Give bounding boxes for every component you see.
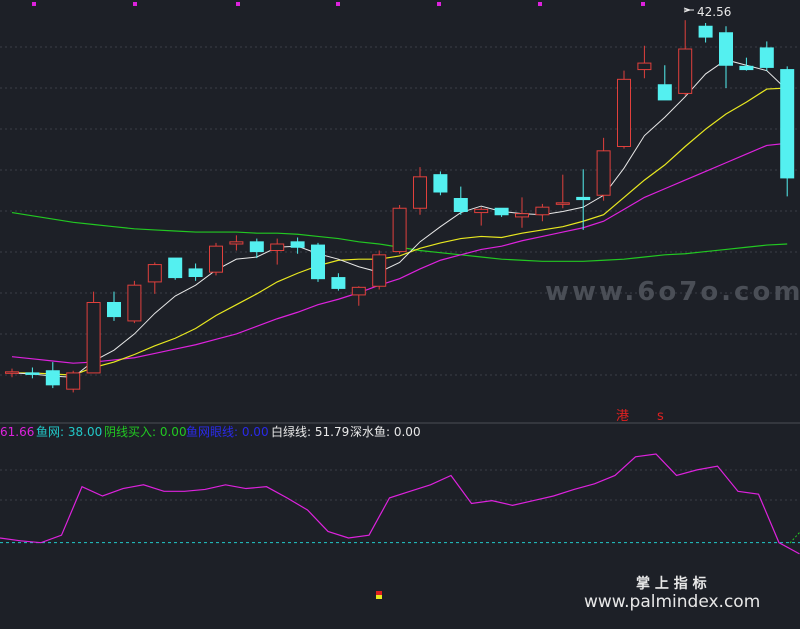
legend-yuwang: 鱼网: 38.00 [36,425,102,439]
candle [780,66,795,197]
annotation-s: s [657,409,664,424]
candle-body [413,176,427,209]
candle-body [453,198,468,212]
brand-url: www.palmindex.com [584,592,760,612]
candle-body [209,245,223,273]
candle-body [678,48,693,94]
candle-body [147,264,162,283]
candle-body [392,207,407,253]
candle-body [290,241,305,248]
candle-body [249,241,264,253]
candle-body [617,78,631,147]
candle-body [698,25,713,38]
candle-body [433,174,448,193]
candle [86,291,101,374]
stock-chart-svg: www.6o7o.com 42.56 港 s 61.66 鱼网: 38.00 阴… [0,0,800,625]
candle [392,205,407,254]
candle-body [780,69,795,179]
candle [433,171,448,196]
legend-yuwang-yanxian: 鱼网眼线: 0.00 [186,425,269,439]
candle-body [657,84,672,101]
high-price-label: 42.56 [697,5,731,19]
legend-shenshuiyu: 深水鱼: 0.00 [350,425,421,439]
candle-body [66,372,81,390]
candle-body [25,372,40,375]
candle-body [188,268,203,277]
signal-marker [376,591,382,599]
candle [311,242,325,282]
candle [209,242,223,276]
legend-yinxian-mairu: 阴线买入: 0.00 [104,425,187,439]
candle-body [107,302,121,318]
candle-body [494,207,509,216]
indicator-legend: 61.66 鱼网: 38.00 阴线买入: 0.00 鱼网眼线: 0.00 白绿… [0,424,421,439]
candle-body [127,284,142,322]
candle-body [759,47,774,68]
candle-body [719,32,733,66]
annotation-gang: 港 [616,409,629,424]
candle-body [229,241,244,245]
candle-body [45,370,60,386]
candle-body [331,277,346,289]
chart-canvas: www.6o7o.com 42.56 港 s 61.66 鱼网: 38.00 阴… [0,0,800,625]
candle-body [5,371,19,374]
candle-body [555,202,570,205]
candle-body [576,196,591,201]
legend-baiLvxian: 白绿线: 51.79 [271,424,349,439]
candle-body [86,302,101,374]
watermark-text: www.6o7o.com [545,277,800,307]
candle-body [474,208,489,214]
legend-value-main: 61.66 [0,425,34,439]
candle-body [351,286,366,296]
candle-body [270,243,285,251]
candle-body [168,257,183,279]
candle-body [739,65,754,71]
candle [127,280,142,324]
candle [168,257,183,280]
candle [66,370,81,393]
candle-body [535,206,550,216]
candle [617,70,631,149]
candle-body [311,244,325,280]
candle [372,250,387,290]
candle-body [372,254,387,287]
candle-body [637,62,652,71]
brand-title: 掌 上 指 标 [636,575,707,592]
candle-body [596,150,611,196]
candle-body [515,213,529,218]
